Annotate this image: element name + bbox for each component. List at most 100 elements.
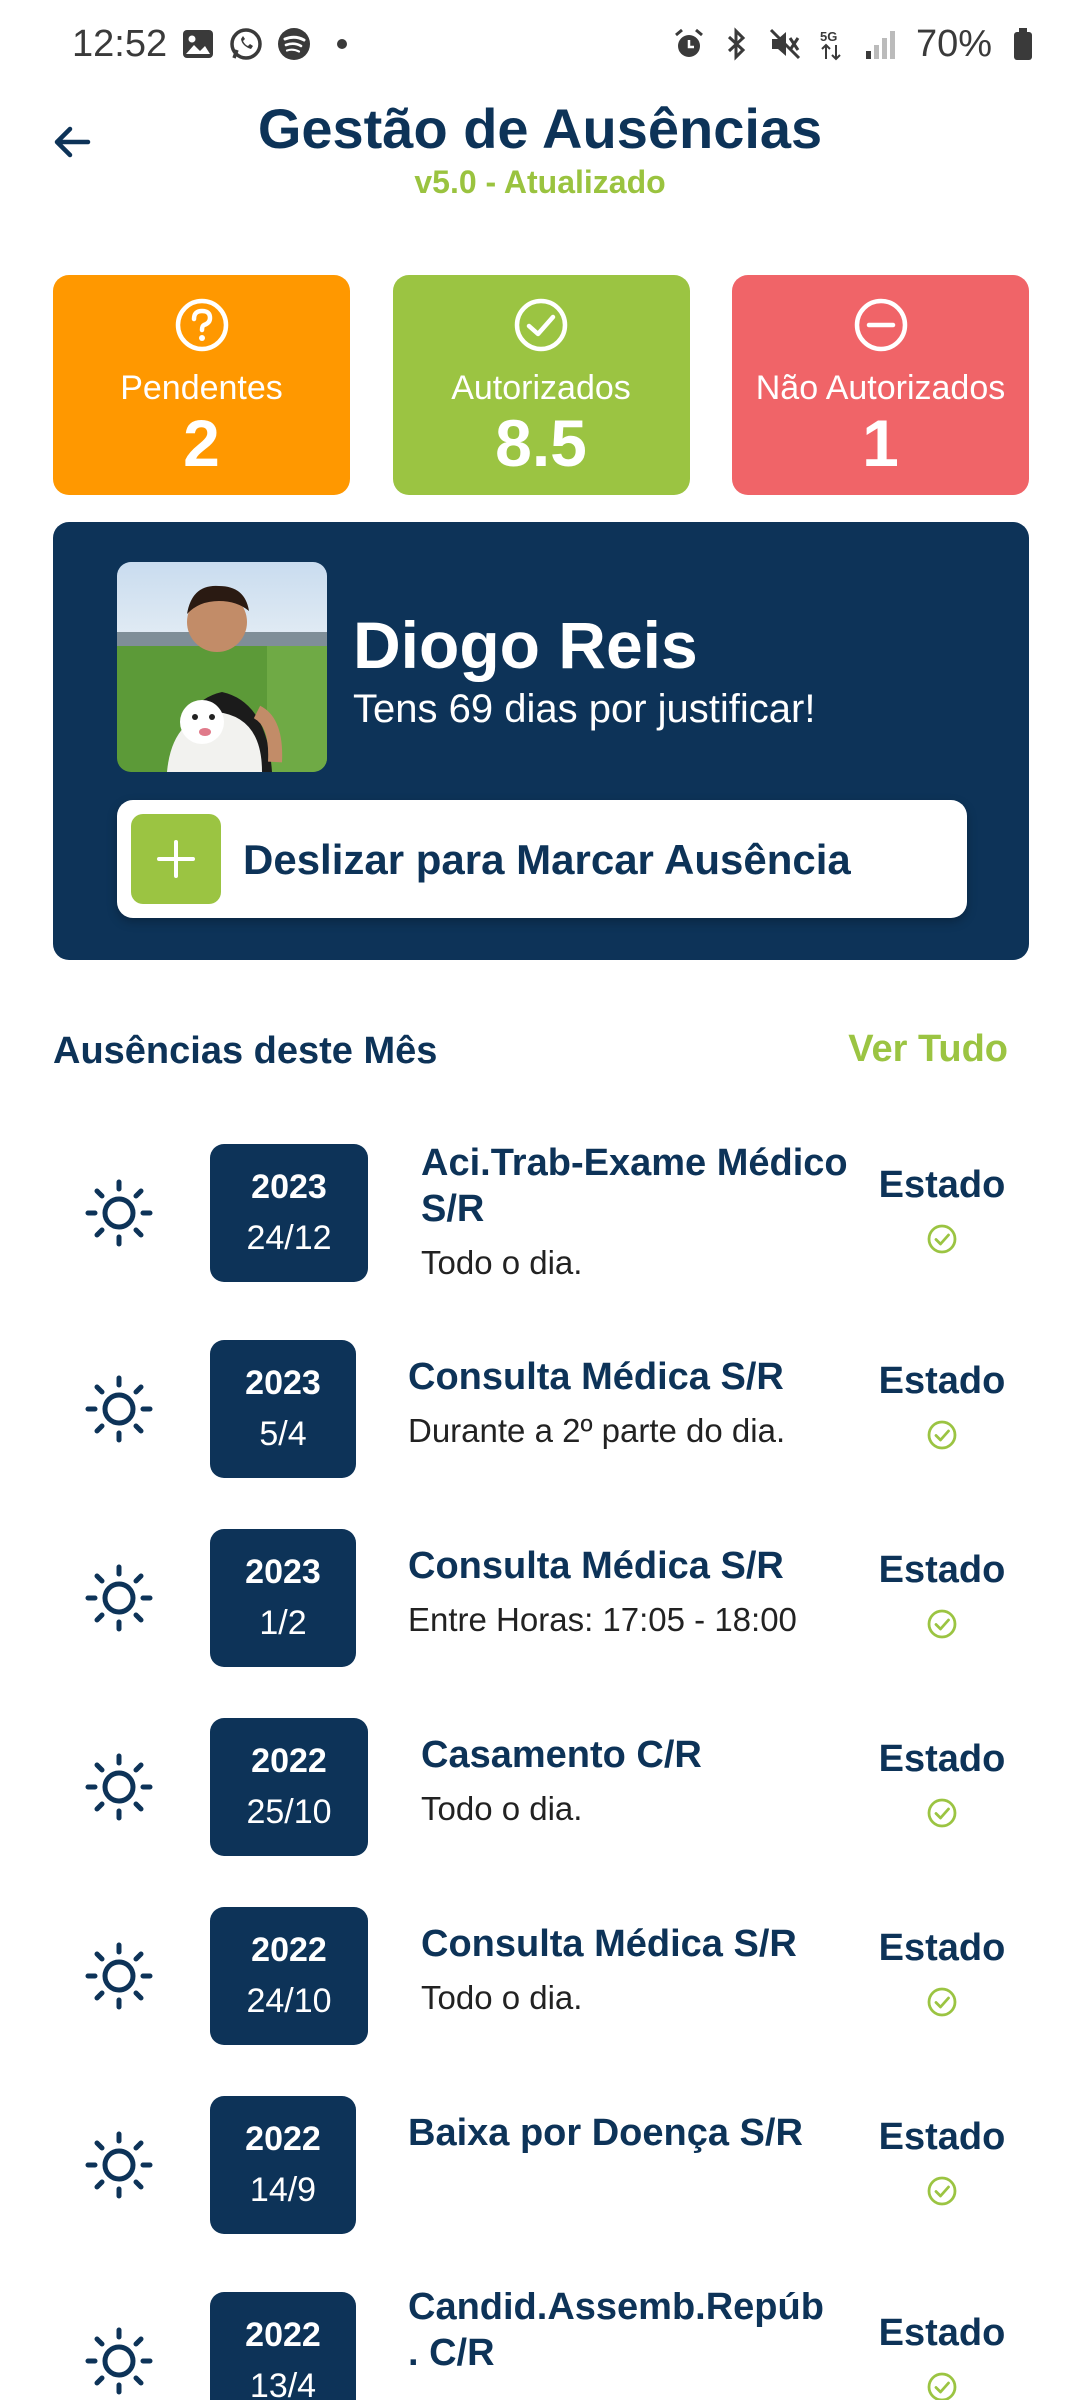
state-label: Estado — [878, 2116, 1006, 2158]
section-title: Ausências deste Mês — [53, 1030, 438, 1072]
svg-text:5G: 5G — [820, 29, 837, 44]
date-badge: 2022 24/10 — [210, 1907, 368, 2045]
date-day: 1/2 — [259, 1604, 307, 1642]
sun-icon — [85, 1753, 153, 1821]
date-day: 24/12 — [246, 1219, 332, 1257]
check-circle-icon — [514, 298, 568, 352]
absence-row[interactable]: 2022 14/9 Baixa por Doença S/R Estado — [0, 2096, 1080, 2236]
date-year: 2022 — [251, 1742, 327, 1780]
absence-type: Consulta Médica S/R — [421, 1923, 797, 1965]
profile-message: Tens 69 dias por justificar! — [353, 687, 816, 731]
state-column: Estado — [862, 1927, 1022, 2023]
check-circle-icon — [927, 1798, 957, 1828]
not-authorized-value: 1 — [862, 406, 899, 480]
absence-row[interactable]: 2022 25/10 Casamento C/R Todo o dia. Est… — [0, 1718, 1080, 1858]
whatsapp-icon — [229, 27, 263, 61]
absence-type: Baixa por Doença S/R — [408, 2112, 803, 2154]
absence-type: Consulta Médica S/R — [408, 1545, 784, 1587]
absence-detail: Durante a 2º parte do dia. — [408, 1412, 786, 1449]
alarm-icon — [672, 27, 706, 61]
state-label: Estado — [878, 1360, 1006, 1402]
swipe-handle[interactable] — [131, 814, 221, 904]
status-time: 12:52 — [72, 22, 168, 65]
pending-label: Pendentes — [120, 369, 283, 407]
sun-icon — [85, 2131, 153, 2199]
check-circle-icon — [927, 1420, 957, 1450]
date-day: 25/10 — [246, 1793, 332, 1831]
date-year: 2023 — [245, 1364, 321, 1402]
not-authorized-label: Não Autorizados — [755, 369, 1006, 407]
absence-info: Consulta Médica S/R Todo o dia. — [421, 1921, 851, 2017]
date-year: 2022 — [245, 2120, 321, 2158]
not-authorized-card[interactable]: Não Autorizados 1 — [732, 275, 1029, 495]
authorized-label: Autorizados — [451, 369, 631, 407]
absence-info: Casamento C/R Todo o dia. — [421, 1732, 851, 1828]
profile-name: Diogo Reis — [353, 608, 698, 682]
signal-icon — [864, 27, 898, 61]
sun-icon — [85, 2327, 153, 2395]
profile-panel: Diogo Reis Tens 69 dias por justificar! … — [53, 522, 1029, 960]
battery-percent: 70% — [915, 22, 992, 65]
date-badge: 2023 5/4 — [210, 1340, 356, 1478]
absence-detail: Entre Horas: 17:05 - 18:00 — [408, 1601, 797, 1638]
absence-detail: Todo o dia. — [421, 1979, 583, 2016]
status-right: 5G 70% — [672, 23, 1040, 66]
summary-cards: Pendentes 2 Autorizados 8.5 Não Autoriza… — [53, 275, 1029, 495]
absence-row[interactable]: 2022 13/4 Candid.Assemb.Repúb . C/R Esta… — [0, 2292, 1080, 2400]
sun-icon — [85, 1179, 153, 1247]
absence-type: Aci.Trab-Exame Médico S/R — [421, 1142, 848, 1230]
version-subtitle: v5.0 - Atualizado — [414, 164, 666, 200]
check-circle-icon — [927, 1609, 957, 1639]
spotify-icon — [277, 27, 311, 61]
pending-card[interactable]: Pendentes 2 — [53, 275, 350, 495]
page-title: Gestão de Ausências — [257, 97, 823, 160]
check-circle-icon — [927, 1987, 957, 2017]
state-column: Estado — [862, 2312, 1022, 2400]
authorized-card[interactable]: Autorizados 8.5 — [392, 275, 690, 495]
mute-icon — [768, 27, 802, 61]
swipe-label: Deslizar para Marcar Ausência — [243, 836, 851, 883]
date-year: 2022 — [251, 1931, 327, 1969]
bluetooth-icon — [720, 27, 754, 61]
date-badge: 2022 25/10 — [210, 1718, 368, 1856]
status-left: 12:52 — [72, 23, 359, 66]
state-column: Estado — [862, 1164, 1022, 1260]
plus-icon — [157, 840, 195, 878]
absence-info: Baixa por Doença S/R — [408, 2110, 838, 2168]
state-label: Estado — [878, 2312, 1006, 2354]
status-bar: 12:52 5G 70% — [0, 0, 1080, 88]
absence-type: Casamento C/R — [421, 1734, 702, 1776]
date-badge: 2023 1/2 — [210, 1529, 356, 1667]
question-circle-icon — [175, 298, 228, 352]
date-badge: 2022 13/4 — [210, 2292, 356, 2400]
date-year: 2022 — [245, 2316, 321, 2354]
date-day: 13/4 — [249, 2367, 317, 2400]
notification-dot-icon — [325, 27, 359, 61]
app-header: Gestão de Ausências v5.0 - Atualizado — [0, 88, 1080, 218]
absence-row[interactable]: 2023 5/4 Consulta Médica S/R Durante a 2… — [0, 1340, 1080, 1480]
absence-info: Candid.Assemb.Repúb . C/R — [408, 2292, 838, 2376]
state-label: Estado — [878, 1549, 1006, 1591]
sun-icon — [85, 1375, 153, 1443]
absence-detail: Todo o dia. — [421, 1244, 583, 1281]
check-circle-icon — [927, 2176, 957, 2206]
absence-type: Consulta Médica S/R — [408, 1356, 784, 1398]
swipe-mark-absence[interactable]: Deslizar para Marcar Ausência — [117, 800, 967, 918]
sun-icon — [85, 1564, 153, 1632]
authorized-value: 8.5 — [495, 406, 587, 480]
see-all-link[interactable]: Ver Tudo — [848, 1028, 1008, 1071]
state-column: Estado — [862, 1738, 1022, 1834]
absence-row[interactable]: 2022 24/10 Consulta Médica S/R Todo o di… — [0, 1907, 1080, 2047]
date-year: 2023 — [251, 1168, 327, 1206]
date-badge: 2022 14/9 — [210, 2096, 356, 2234]
absence-row[interactable]: 2023 1/2 Consulta Médica S/R Entre Horas… — [0, 1529, 1080, 1669]
state-label: Estado — [878, 1738, 1006, 1780]
state-label: Estado — [878, 1927, 1006, 1969]
absence-row[interactable]: 2023 24/12 Aci.Trab-Exame Médico S/R Tod… — [0, 1142, 1080, 1284]
absence-detail: Todo o dia. — [421, 1790, 583, 1827]
absence-info: Consulta Médica S/R Entre Horas: 17:05 -… — [408, 1543, 838, 1639]
date-day: 24/10 — [246, 1982, 332, 2020]
state-column: Estado — [862, 2116, 1022, 2212]
check-circle-icon — [927, 2372, 957, 2400]
check-circle-icon — [927, 1224, 957, 1254]
